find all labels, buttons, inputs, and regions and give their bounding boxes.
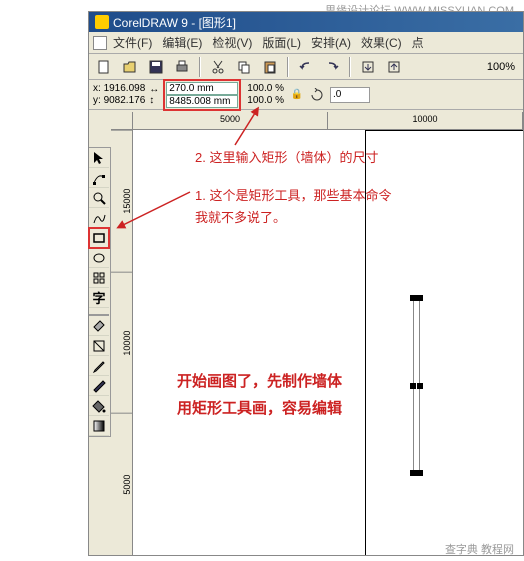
- ruler-tick: 10000: [328, 112, 523, 129]
- resize-handle[interactable]: [417, 383, 423, 389]
- redo-button[interactable]: [321, 56, 343, 78]
- copy-button[interactable]: [233, 56, 255, 78]
- resize-handle[interactable]: [414, 470, 420, 476]
- menu-edit[interactable]: 编辑(E): [162, 34, 202, 51]
- toolbox: 字: [89, 147, 111, 437]
- position-readout: x: 1916.098 y: 9082.176: [93, 83, 145, 107]
- pick-tool[interactable]: [89, 148, 109, 168]
- watermark-bottom: 查字典 教程网: [445, 541, 514, 557]
- polygon-tool[interactable]: [89, 268, 109, 288]
- fill-tool[interactable]: [89, 396, 109, 416]
- selected-rectangle[interactable]: [413, 298, 420, 473]
- rotate-icon: [310, 88, 324, 102]
- cut-button[interactable]: [207, 56, 229, 78]
- ruler-tick: 5000: [133, 112, 328, 129]
- app-title: CorelDRAW 9 - [图形1]: [113, 14, 236, 31]
- resize-handle[interactable]: [410, 383, 416, 389]
- zoom-level[interactable]: 100%: [487, 61, 515, 73]
- export-button[interactable]: [383, 56, 405, 78]
- dim-icon: ↔↕: [149, 84, 159, 106]
- separator: [199, 57, 201, 77]
- annotation-1b: 我就不多说了。: [195, 207, 286, 226]
- menu-file[interactable]: 文件(F): [113, 34, 152, 51]
- interactive-transparency-tool[interactable]: [89, 336, 109, 356]
- ruler-tick: 5000: [111, 413, 132, 555]
- resize-handle[interactable]: [414, 295, 420, 301]
- print-button[interactable]: [171, 56, 193, 78]
- property-bar: x: 1916.098 y: 9082.176 ↔↕ 100.0 % 100.0…: [89, 80, 523, 110]
- separator: [89, 308, 109, 316]
- separator: [349, 57, 351, 77]
- undo-button[interactable]: [295, 56, 317, 78]
- width-input[interactable]: [166, 82, 238, 95]
- menu-view[interactable]: 检视(V): [212, 34, 252, 51]
- ruler-tick: 10000: [111, 272, 132, 414]
- lock-ratio-icon[interactable]: 🔒: [286, 84, 308, 106]
- text-tool[interactable]: 字: [89, 288, 109, 308]
- rectangle-tool[interactable]: [89, 228, 109, 248]
- paste-button[interactable]: [259, 56, 281, 78]
- annotation-3a: 开始画图了，先制作墙体: [177, 370, 342, 391]
- interactive-fill-tool[interactable]: [89, 316, 109, 336]
- save-button[interactable]: [145, 56, 167, 78]
- freehand-tool[interactable]: [89, 208, 109, 228]
- new-button[interactable]: [93, 56, 115, 78]
- scale-readout: 100.0 % 100.0 %: [247, 83, 284, 107]
- eyedropper-tool[interactable]: [89, 356, 109, 376]
- ruler-corner: [111, 112, 133, 130]
- titlebar: CorelDRAW 9 - [图形1]: [89, 12, 523, 32]
- annotation-2: 2. 这里输入矩形（墙体）的尺寸: [195, 147, 378, 166]
- separator: [287, 57, 289, 77]
- height-input[interactable]: [166, 95, 238, 108]
- doc-icon[interactable]: [93, 36, 107, 50]
- menu-effects[interactable]: 效果(C): [361, 34, 402, 51]
- app-icon: [95, 15, 109, 29]
- ruler-vertical[interactable]: 15000 10000 5000: [111, 130, 133, 555]
- app-window: CorelDRAW 9 - [图形1] 文件(F) 编辑(E) 检视(V) 版面…: [88, 11, 524, 556]
- menu-bitmap[interactable]: 点: [412, 34, 424, 51]
- interactive-mesh-tool[interactable]: [89, 416, 109, 436]
- rotation-input[interactable]: [330, 87, 370, 103]
- menubar: 文件(F) 编辑(E) 检视(V) 版面(L) 安排(A) 效果(C) 点: [89, 32, 523, 54]
- dimension-inputs: [163, 79, 241, 111]
- outline-tool[interactable]: [89, 376, 109, 396]
- annotation-1: 1. 这个是矩形工具，那些基本命令: [195, 185, 391, 204]
- ellipse-tool[interactable]: [89, 248, 109, 268]
- shape-tool[interactable]: [89, 168, 109, 188]
- standard-toolbar: 100%: [89, 54, 523, 80]
- zoom-tool[interactable]: [89, 188, 109, 208]
- workspace: 5000 10000 15000 10000 5000: [111, 112, 523, 555]
- annotation-3b: 用矩形工具画，容易编辑: [177, 397, 342, 418]
- open-button[interactable]: [119, 56, 141, 78]
- menu-arrange[interactable]: 安排(A): [311, 34, 351, 51]
- ruler-tick: 15000: [111, 130, 132, 272]
- menu-layout[interactable]: 版面(L): [262, 34, 301, 51]
- import-button[interactable]: [357, 56, 379, 78]
- ruler-horizontal[interactable]: 5000 10000: [133, 112, 523, 130]
